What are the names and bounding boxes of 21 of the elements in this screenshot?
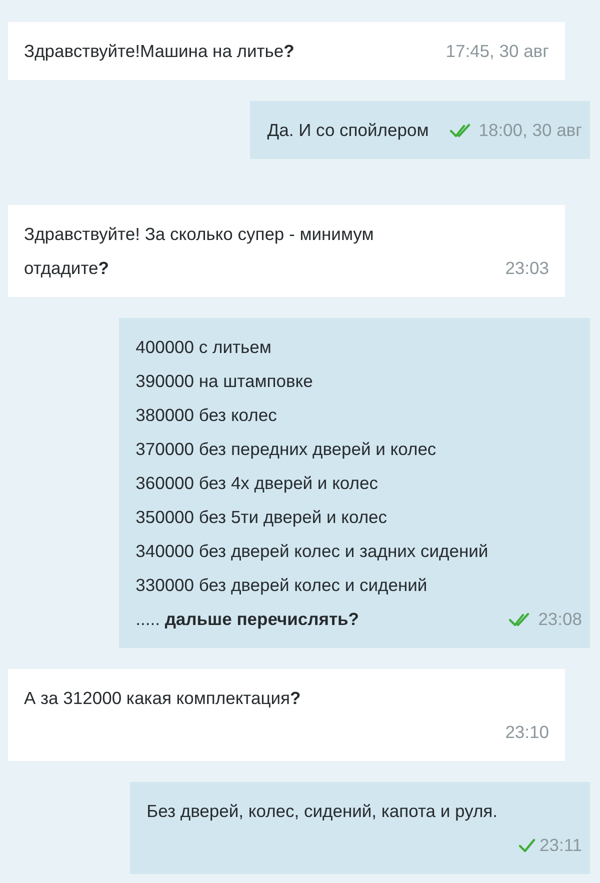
message-time: 23:03 — [505, 257, 549, 280]
message-time: 17:45, 30 авг — [446, 40, 549, 63]
message-text: ..... дальше перечислять? — [136, 608, 360, 631]
message-text: 360000 без 4х дверей и колес — [136, 472, 379, 495]
message-time: 23:10 — [505, 721, 549, 744]
message-text: 330000 без дверей колес и сидений — [136, 574, 428, 597]
message-text: 390000 на штамповке — [136, 370, 314, 393]
message-text: 350000 без 5ти дверей и колес — [136, 506, 388, 529]
message-text: Здравствуйте! За сколько супер - минимум — [24, 223, 374, 246]
message-text: 370000 без передних дверей и колес — [136, 438, 438, 461]
message-time: 23:08 — [538, 608, 582, 631]
message-time: 18:00, 30 авг — [478, 119, 582, 142]
message-time: 23:11 — [540, 834, 582, 857]
message-text: 400000 с литьем — [136, 336, 272, 359]
message-text: Без дверей, колес, сидений, капота и руля. — [146, 800, 498, 823]
message-text: Здравствуйте!Машина на литье? — [24, 40, 294, 63]
message-text: 340000 без дверей колес и задних сидений — [136, 540, 488, 563]
message-text: 380000 без колес — [136, 404, 278, 427]
message-text: отдадите? — [24, 257, 110, 280]
message-text: Да. И со спойлером — [267, 119, 429, 142]
message-text: А за 312000 какая комплектация? — [24, 687, 301, 710]
